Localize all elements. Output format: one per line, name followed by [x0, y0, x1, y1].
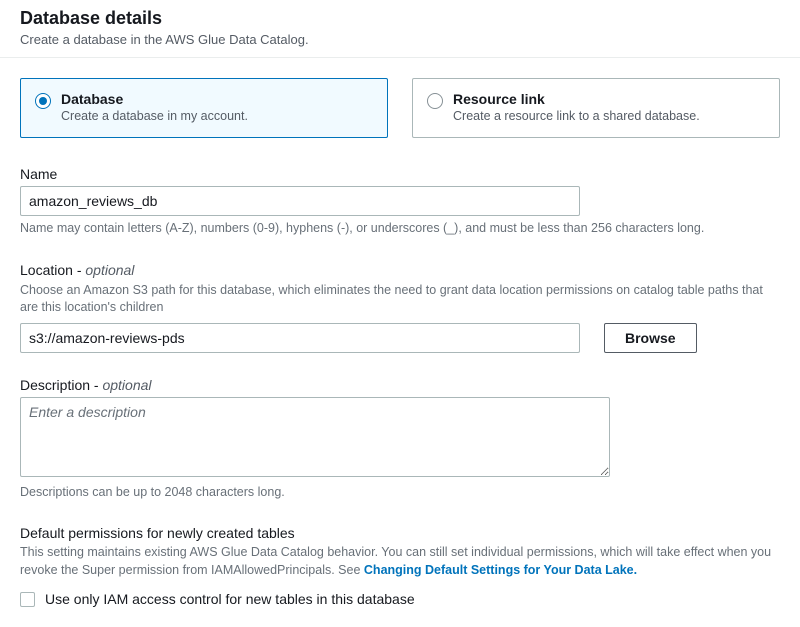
name-field: Name Name may contain letters (A-Z), num… — [20, 166, 780, 238]
description-input[interactable] — [20, 397, 610, 477]
permissions-title: Default permissions for newly created ta… — [20, 525, 780, 541]
page-subtitle: Create a database in the AWS Glue Data C… — [20, 32, 780, 47]
tile-resource-link[interactable]: Resource link Create a resource link to … — [412, 78, 780, 138]
description-hint: Descriptions can be up to 2048 character… — [20, 484, 780, 502]
permissions-section: Default permissions for newly created ta… — [20, 525, 780, 607]
description-label: Description - optional — [20, 377, 780, 393]
location-label: Location - optional — [20, 262, 780, 278]
radio-database-icon — [35, 93, 51, 109]
name-hint: Name may contain letters (A-Z), numbers … — [20, 220, 780, 238]
panel-header: Database details Create a database in th… — [0, 0, 800, 58]
name-input[interactable] — [20, 186, 580, 216]
tile-database-desc: Create a database in my account. — [61, 109, 248, 123]
permissions-hint: This setting maintains existing AWS Glue… — [20, 544, 780, 579]
permissions-doc-link[interactable]: Changing Default Settings for Your Data … — [364, 563, 637, 577]
description-field: Description - optional Descriptions can … — [20, 377, 780, 502]
page-title: Database details — [20, 8, 780, 29]
location-field: Location - optional Choose an Amazon S3 … — [20, 262, 780, 353]
iam-checkbox-row[interactable]: Use only IAM access control for new tabl… — [20, 591, 780, 607]
iam-checkbox-icon[interactable] — [20, 592, 35, 607]
tile-resource-link-desc: Create a resource link to a shared datab… — [453, 109, 700, 123]
tile-resource-link-title: Resource link — [453, 91, 700, 107]
location-hint: Choose an Amazon S3 path for this databa… — [20, 282, 780, 317]
name-label: Name — [20, 166, 780, 182]
database-type-selector: Database Create a database in my account… — [20, 78, 780, 138]
radio-resource-link-icon — [427, 93, 443, 109]
panel-body: Database Create a database in my account… — [0, 58, 800, 627]
browse-button[interactable]: Browse — [604, 323, 697, 353]
iam-checkbox-label: Use only IAM access control for new tabl… — [45, 591, 415, 607]
tile-database-title: Database — [61, 91, 248, 107]
location-input[interactable] — [20, 323, 580, 353]
tile-database[interactable]: Database Create a database in my account… — [20, 78, 388, 138]
